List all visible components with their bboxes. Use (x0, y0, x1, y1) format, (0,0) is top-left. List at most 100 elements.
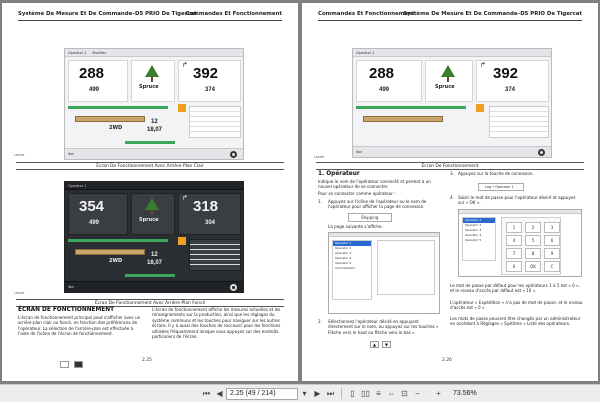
keypad-key: 3 (544, 222, 560, 233)
login-screen-mock: Operator 1 Operator 2 Operator 3 Operator 4… (328, 232, 440, 314)
fit-width-icon[interactable]: ⇔ (385, 387, 398, 400)
log-graphic (75, 249, 145, 255)
keypad-key: 1 (506, 222, 522, 233)
arrow-down-key: ▼ (382, 341, 391, 348)
page-number: 2.25 (142, 358, 152, 363)
last-page-icon[interactable]: ⏭ (324, 387, 337, 400)
single-page-icon[interactable]: ▯ (346, 387, 359, 400)
tree-trunk (151, 77, 153, 82)
zoom-level[interactable]: 73.56% (453, 390, 477, 397)
page-number-field[interactable]: 2.25 (49 / 214) (226, 387, 298, 400)
keypad-key: 8 (525, 248, 541, 259)
keypad-key: 5 (525, 235, 541, 246)
warning-icon (178, 237, 186, 245)
warning-icon (476, 104, 484, 112)
modifier-label: Modifier (92, 50, 107, 55)
body-column-1: L'écran de fonctionnement principal peut… (18, 315, 141, 337)
connect-title: Pour se connecter comme opérateur : (318, 191, 396, 196)
step-1-note: La page suivante s'affiche. (328, 224, 383, 229)
keypad-key: 0 (506, 261, 522, 272)
zoom-out-icon[interactable]: − (411, 387, 424, 400)
warning-icon (178, 104, 186, 112)
counter-value: 12 (151, 252, 158, 258)
page-header-left: Système De Mesure Et De Commande–D5 PRIO… (18, 11, 197, 17)
counter-sub-value: 18,07 (147, 127, 163, 133)
header-rule (318, 20, 582, 21)
settings-gear-icon[interactable] (538, 149, 545, 156)
log-graphic (363, 116, 443, 122)
viewer-toolbar: ⏮ ◀ 2.25 (49 / 214) ▾ ▶ ⏭ ▯ ▯▯ ≡ ⇔ ⊡ − +… (0, 384, 600, 402)
dropdown-icon[interactable]: ▾ (298, 387, 311, 400)
two-page-icon[interactable]: ▯▯ (359, 387, 372, 400)
figure-id: 14838F (14, 153, 25, 157)
figure-id: 14838F (14, 291, 25, 295)
header-rule (18, 20, 282, 21)
continuous-icon[interactable]: ≡ (372, 387, 385, 400)
secondary-value: 392 (193, 65, 219, 82)
turn-arrow-icon: ↱ (480, 61, 486, 69)
back-arrow-icon[interactable]: ⇦ (68, 150, 74, 158)
dark-operation-screen: Operator 1 354 499 Spruce ↱ 318 304 2WD … (64, 181, 244, 293)
turn-arrow-icon: ↱ (182, 194, 188, 202)
tree-icon (145, 198, 159, 210)
log-graphic (75, 116, 145, 122)
figure-caption: Écran De Fonctionnement Avec Arrière-Pla… (16, 299, 284, 307)
light-operation-screen: Operator 1 Modifier 288 499 Spruce ↱ 392… (64, 48, 244, 160)
pressure-bar (125, 141, 175, 144)
intro-text: Indique le nom de l'opérateur connecté e… (318, 179, 431, 190)
step-4-text: Saisir le mot de passe pour l'opérateur … (458, 195, 576, 206)
screen-topbar: Operator 1 (65, 182, 243, 190)
toolbar-divider (341, 388, 342, 399)
species-label: Spruce (435, 84, 455, 90)
species-label: Spruce (139, 84, 159, 90)
operator-label: Operator 1 (68, 50, 87, 55)
keypad-key: C (544, 261, 560, 272)
zoom-in-icon[interactable]: + (432, 387, 445, 400)
page-header-left: Commandes Et Fonctionnement (318, 11, 415, 17)
keypad-key: 4 (506, 235, 522, 246)
main-value: 288 (79, 65, 105, 82)
login-button: Log • Operator 1 (478, 183, 524, 191)
progress-bar (356, 106, 466, 109)
paragraph-change-password: Les mots de passe peuvent être changés p… (450, 316, 581, 327)
back-arrow-icon[interactable]: ⇦ (356, 148, 362, 156)
drive-mode: 2WD (109, 125, 123, 131)
turn-arrow-icon: ↱ (182, 61, 188, 69)
operation-screen: Operator 1 288 499 Spruce ↱ 392 374 ⇦ (352, 48, 552, 158)
progress-bar (68, 239, 168, 242)
progress-bar (68, 106, 168, 109)
light-bg-icon (60, 361, 69, 368)
keypad-key: 7 (506, 248, 522, 259)
sub-value: 499 (89, 87, 100, 93)
step-2-number: 2. (318, 319, 322, 324)
figure-caption: Écran De Fonctionnement Avec Arrière-Pla… (16, 162, 284, 170)
operator-label: Operator 1 (356, 50, 375, 55)
tree-trunk (447, 77, 449, 82)
secondary-value: 318 (193, 198, 219, 215)
dark-bg-icon (74, 361, 83, 368)
step-3-text: Appuyez sur la touche de connexion. (458, 171, 534, 176)
next-page-icon[interactable]: ▶ (311, 387, 324, 400)
back-arrow-icon[interactable]: ⇦ (68, 283, 74, 291)
screen-topbar: Operator 1 Modifier (65, 49, 243, 57)
fit-page-icon[interactable]: ⊡ (398, 387, 411, 400)
settings-gear-icon[interactable] (230, 284, 237, 291)
main-value: 354 (79, 198, 105, 215)
secondary-sub-value: 374 (205, 87, 216, 93)
secondary-sub-value: 374 (505, 87, 516, 93)
keypad-key: 9 (544, 248, 560, 259)
sub-value: 499 (89, 220, 100, 226)
previous-page-icon[interactable]: ◀ (213, 387, 226, 400)
page-2-25: Système De Mesure Et De Commande–D5 PRIO… (2, 3, 298, 381)
screen-topbar: Operator 1 (353, 49, 551, 57)
arrow-up-key: ▲ (370, 341, 379, 348)
paragraph-default-password: Le mot de passe par défaut pour les opér… (450, 283, 580, 294)
section-title: 1. Opérateur (318, 171, 360, 177)
page-header-right: Commandes Et Fonctionnement (185, 11, 282, 17)
first-page-icon[interactable]: ⏮ (200, 387, 213, 400)
section-title: ÉCRAN DE FONCTIONNEMENT (18, 307, 115, 313)
settings-gear-icon[interactable] (230, 151, 237, 158)
screen-bottombar: ⇦ (353, 146, 551, 157)
password-keypad-mock: Operator 1 Operator 2 Operator 3 Operator 4… (458, 209, 582, 277)
page-2-26: Commandes Et Fonctionnement Système De M… (302, 3, 598, 381)
